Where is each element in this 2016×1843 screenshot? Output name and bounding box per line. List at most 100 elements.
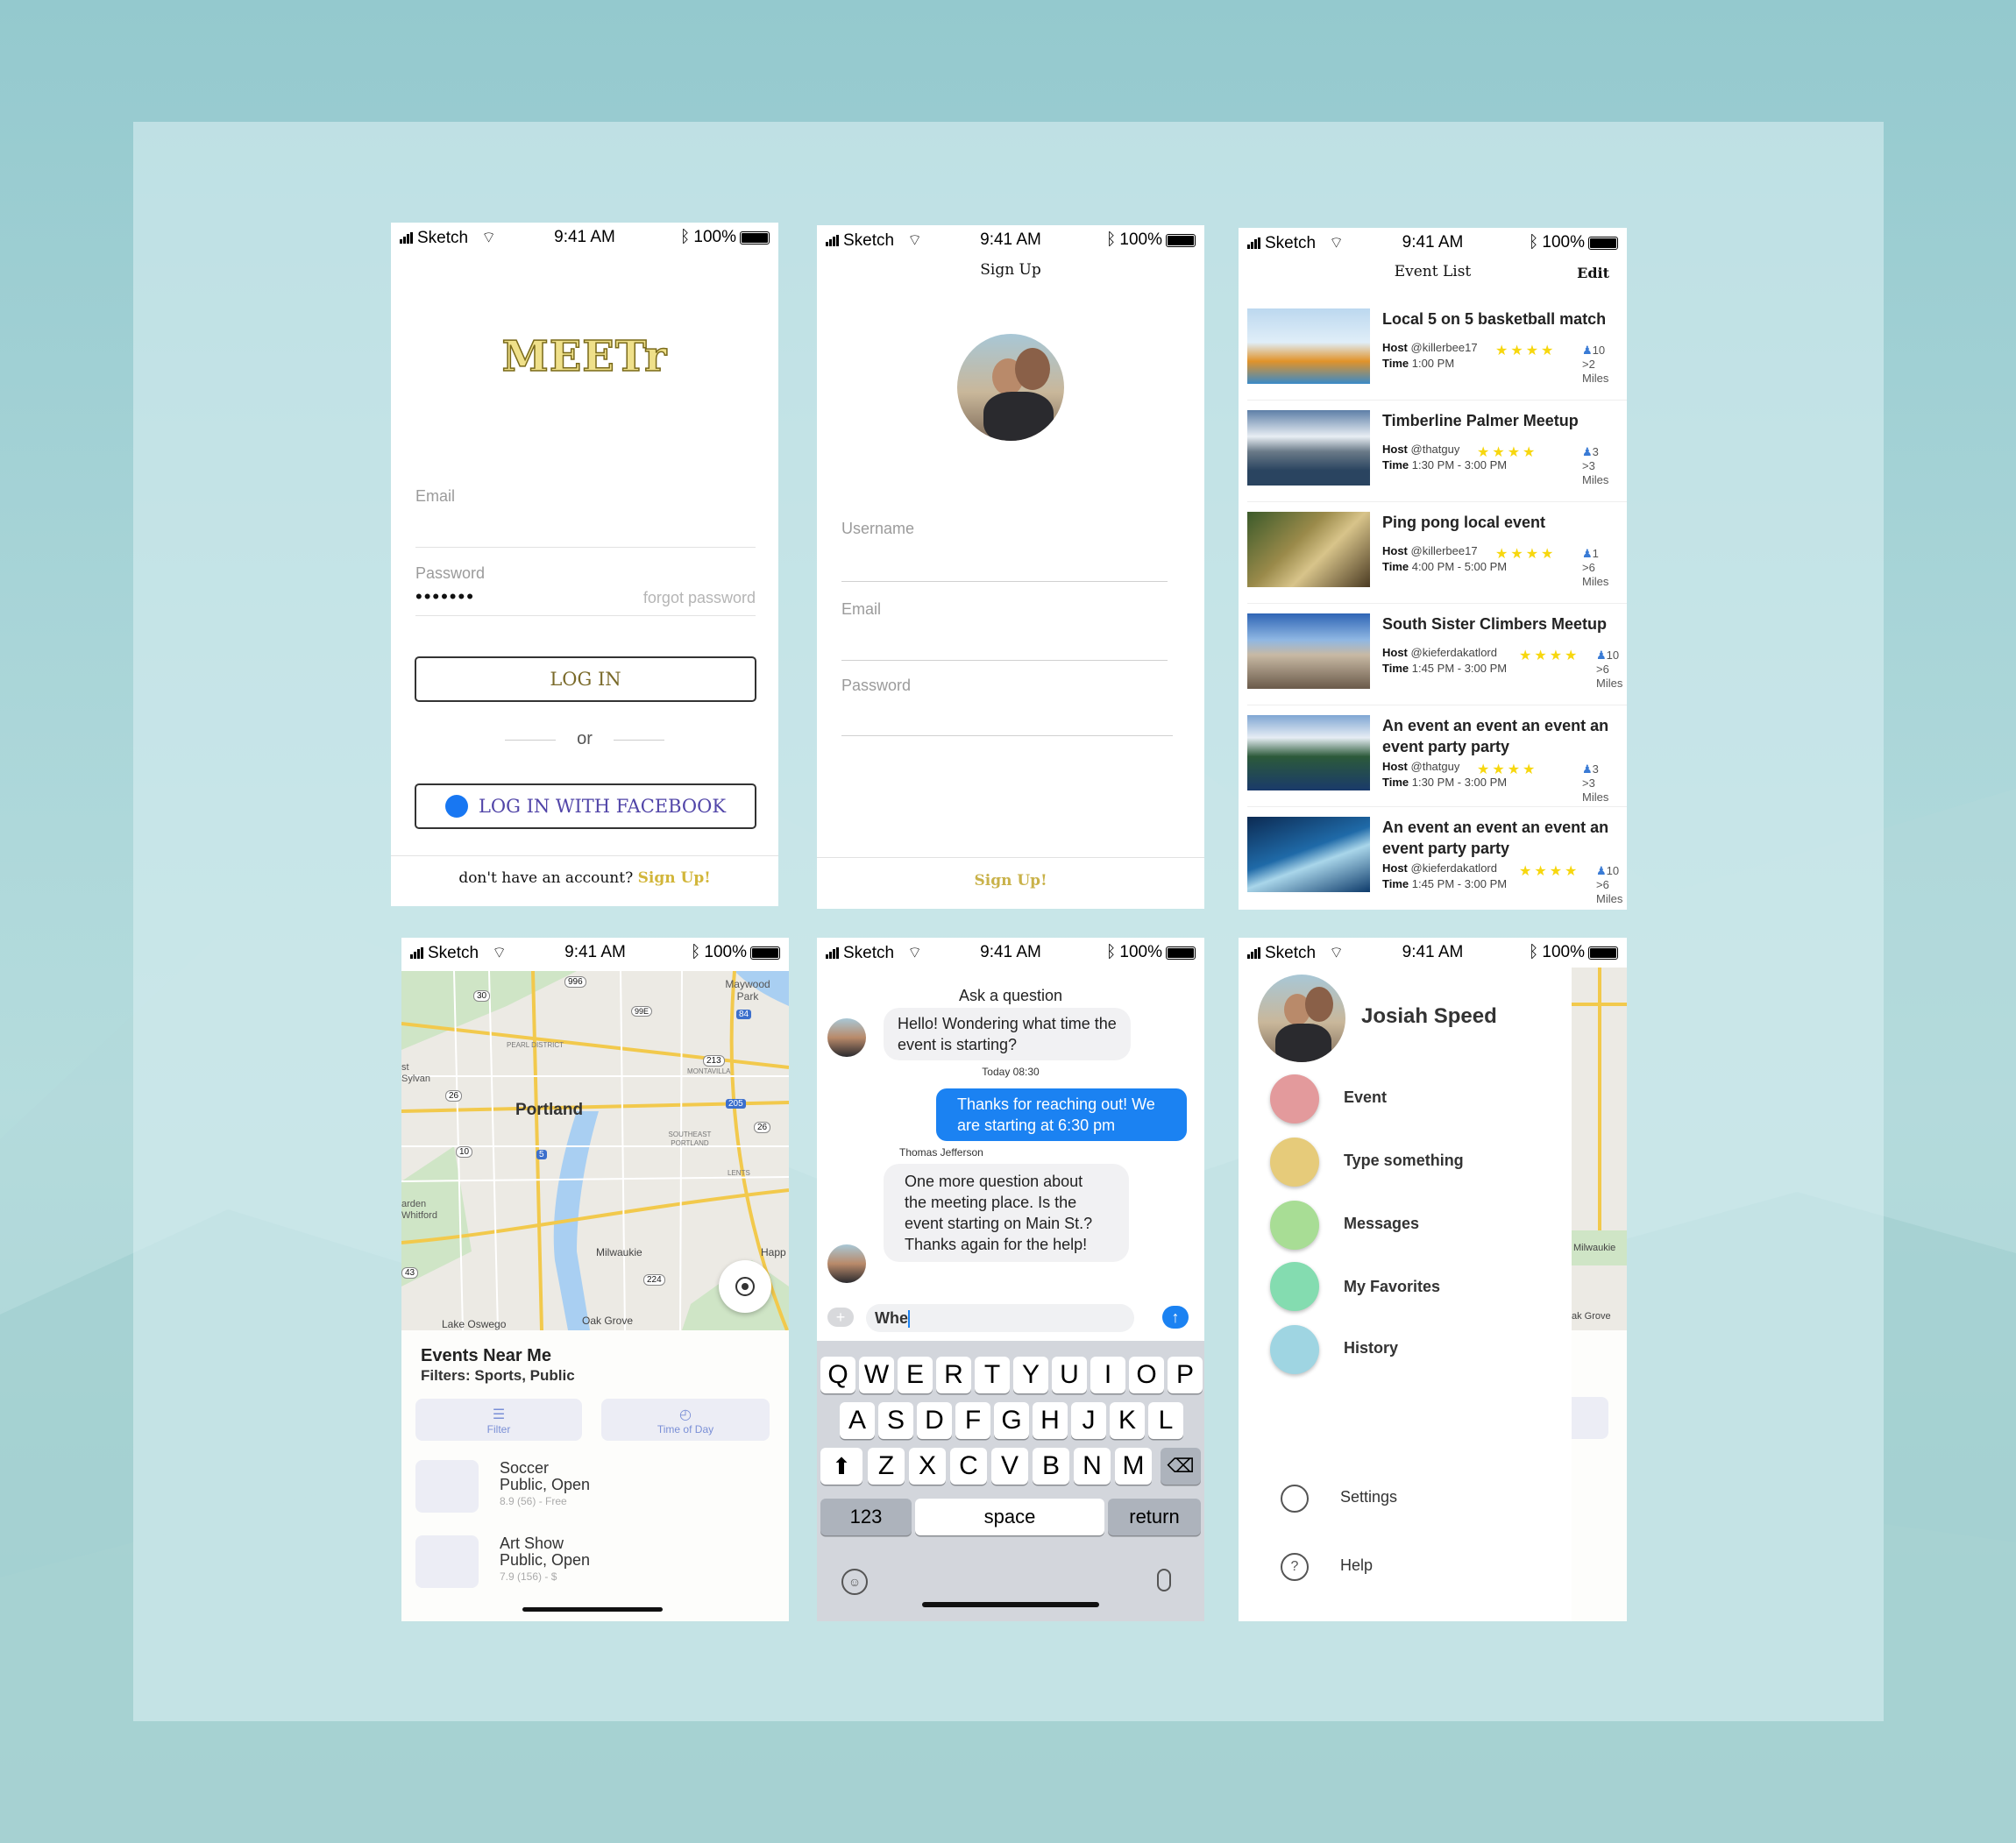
attendee-info: ♟3 >3 Miles <box>1582 762 1624 805</box>
facebook-login-button[interactable]: LOG IN WITH FACEBOOK <box>415 783 756 829</box>
attendee-info: ♟1 >6 Miles <box>1582 547 1624 589</box>
event-row[interactable]: Ping pong local event Host @killerbee17 T… <box>1247 512 1624 606</box>
event-row[interactable]: Timberline Palmer Meetup Host @thatguy Ti… <box>1247 410 1624 505</box>
event-row[interactable]: An event an event an event an event part… <box>1247 817 1624 910</box>
key-u[interactable]: U <box>1052 1357 1087 1393</box>
backspace-key[interactable]: ⌫ <box>1161 1448 1201 1485</box>
key-b[interactable]: B <box>1033 1448 1069 1485</box>
emoji-icon[interactable]: ☺ <box>841 1569 868 1595</box>
event-name: Art Show <box>500 1535 564 1552</box>
event-row[interactable]: Local 5 on 5 basketball match Host @kill… <box>1247 308 1624 403</box>
key-q[interactable]: Q <box>820 1357 855 1393</box>
highway-shield: 30 <box>473 990 491 1002</box>
menu-item-messages[interactable]: Messages <box>1344 1215 1419 1233</box>
key-t[interactable]: T <box>975 1357 1010 1393</box>
password-field[interactable]: ••••••• <box>415 585 475 608</box>
key-y[interactable]: Y <box>1013 1357 1048 1393</box>
menu-item-history[interactable]: History <box>1344 1339 1398 1357</box>
event-thumbnail <box>1247 410 1370 486</box>
key-z[interactable]: Z <box>868 1448 905 1485</box>
map-view[interactable]: Portland Maywood Park Milwaukie Lake Osw… <box>401 971 789 1330</box>
page-title: Event List <box>1394 263 1472 280</box>
attendee-info: ♟10 >2 Miles <box>1582 344 1624 386</box>
password-field[interactable] <box>841 735 1173 736</box>
event-thumbnail <box>1247 308 1370 384</box>
sent-message: Thanks for reaching out! We are starting… <box>936 1088 1187 1141</box>
add-attachment-button[interactable]: + <box>827 1308 854 1327</box>
event-row[interactable]: An event an event an event an event part… <box>1247 715 1624 810</box>
signup-link[interactable]: Sign Up! <box>638 869 711 887</box>
profile-photo[interactable] <box>957 334 1064 441</box>
menu-item-settings[interactable]: Settings <box>1340 1488 1397 1506</box>
key-g[interactable]: G <box>994 1402 1029 1439</box>
event-list-item[interactable]: Art Show Public, Open 7.9 (156) - $ <box>500 1535 590 1585</box>
key-r[interactable]: R <box>936 1357 971 1393</box>
locate-me-button[interactable] <box>719 1260 771 1313</box>
key-d[interactable]: D <box>917 1402 952 1439</box>
map-label-oak-grove: Oak Grove <box>582 1315 634 1327</box>
event-title: An event an event an event an event part… <box>1382 819 1609 857</box>
map-label-happy: Happ <box>761 1246 786 1258</box>
event-row[interactable]: South Sister Climbers Meetup Host @kiefe… <box>1247 613 1624 708</box>
key-h[interactable]: H <box>1033 1402 1068 1439</box>
return-key[interactable]: return <box>1108 1499 1201 1535</box>
email-field[interactable] <box>841 660 1168 661</box>
send-button[interactable]: ↑ <box>1162 1306 1189 1329</box>
key-j[interactable]: J <box>1071 1402 1106 1439</box>
menu-item-type-something[interactable]: Type something <box>1344 1152 1464 1170</box>
event-thumbnail <box>415 1535 479 1588</box>
help-glyph: ? <box>1290 1559 1299 1574</box>
key-p[interactable]: P <box>1168 1357 1203 1393</box>
email-field[interactable] <box>415 547 756 548</box>
event-time: 1:45 PM - 3:00 PM <box>1411 662 1508 675</box>
event-thumbnail <box>1247 715 1370 790</box>
map-label-maywood: Maywood Park <box>725 978 770 1003</box>
event-list-item[interactable]: Soccer Public, Open 8.9 (56) - Free <box>500 1460 590 1510</box>
key-e[interactable]: E <box>898 1357 933 1393</box>
map-label-milwaukie: Milwaukie <box>1573 1243 1616 1253</box>
key-a[interactable]: A <box>840 1402 875 1439</box>
menu-item-my-favorites[interactable]: My Favorites <box>1344 1278 1440 1296</box>
key-o[interactable]: O <box>1129 1357 1164 1393</box>
key-k[interactable]: K <box>1110 1402 1145 1439</box>
attendee-count: 1 <box>1592 547 1599 560</box>
key-v[interactable]: V <box>991 1448 1028 1485</box>
user-avatar[interactable] <box>1258 975 1345 1062</box>
event-title: South Sister Climbers Meetup <box>1382 615 1608 633</box>
key-c[interactable]: C <box>950 1448 987 1485</box>
bluetooth-icon: ᛒ <box>1528 233 1539 252</box>
key-l[interactable]: L <box>1148 1402 1183 1439</box>
map-label-lents: LENTS <box>728 1169 750 1177</box>
menu-item-help[interactable]: Help <box>1340 1556 1373 1575</box>
highway-shield: 43 <box>401 1267 419 1279</box>
key-w[interactable]: W <box>859 1357 894 1393</box>
signup-button[interactable]: Sign Up! <box>817 872 1204 890</box>
email-label: Email <box>841 600 882 618</box>
battery-icon <box>1166 946 1196 960</box>
shift-key[interactable]: ⬆ <box>820 1448 862 1485</box>
key-x[interactable]: X <box>909 1448 946 1485</box>
filter-button[interactable]: ☰ Filter <box>415 1399 582 1441</box>
edit-button[interactable]: Edit <box>1577 265 1609 281</box>
forgot-password-link[interactable]: forgot password <box>643 589 756 607</box>
key-s[interactable]: S <box>878 1402 913 1439</box>
login-button[interactable]: LOG IN <box>415 656 756 702</box>
numbers-key[interactable]: 123 <box>820 1499 912 1535</box>
message-input[interactable]: Whe <box>866 1304 1134 1332</box>
key-f[interactable]: F <box>955 1402 990 1439</box>
time-of-day-button[interactable]: ◴ Time of Day <box>601 1399 770 1441</box>
key-i[interactable]: I <box>1090 1357 1125 1393</box>
event-meta: 7.9 (156) - $ <box>500 1570 557 1583</box>
events-heading: Events Near Me <box>421 1346 551 1365</box>
menu-item-event[interactable]: Event <box>1344 1088 1387 1107</box>
key-n[interactable]: N <box>1074 1448 1111 1485</box>
microphone-icon[interactable] <box>1157 1569 1171 1591</box>
space-key[interactable]: space <box>915 1499 1104 1535</box>
key-m[interactable]: M <box>1115 1448 1152 1485</box>
chat-header: Ask a question <box>958 987 1063 1004</box>
attendee-count: 10 <box>1606 649 1620 662</box>
username-field[interactable] <box>841 581 1168 582</box>
status-bar: Sketch ⌔ 9:41 AM ᛒ 100% <box>1239 938 1627 968</box>
highway-shield: 224 <box>643 1274 665 1286</box>
filter-button-label: Filter <box>486 1423 511 1435</box>
